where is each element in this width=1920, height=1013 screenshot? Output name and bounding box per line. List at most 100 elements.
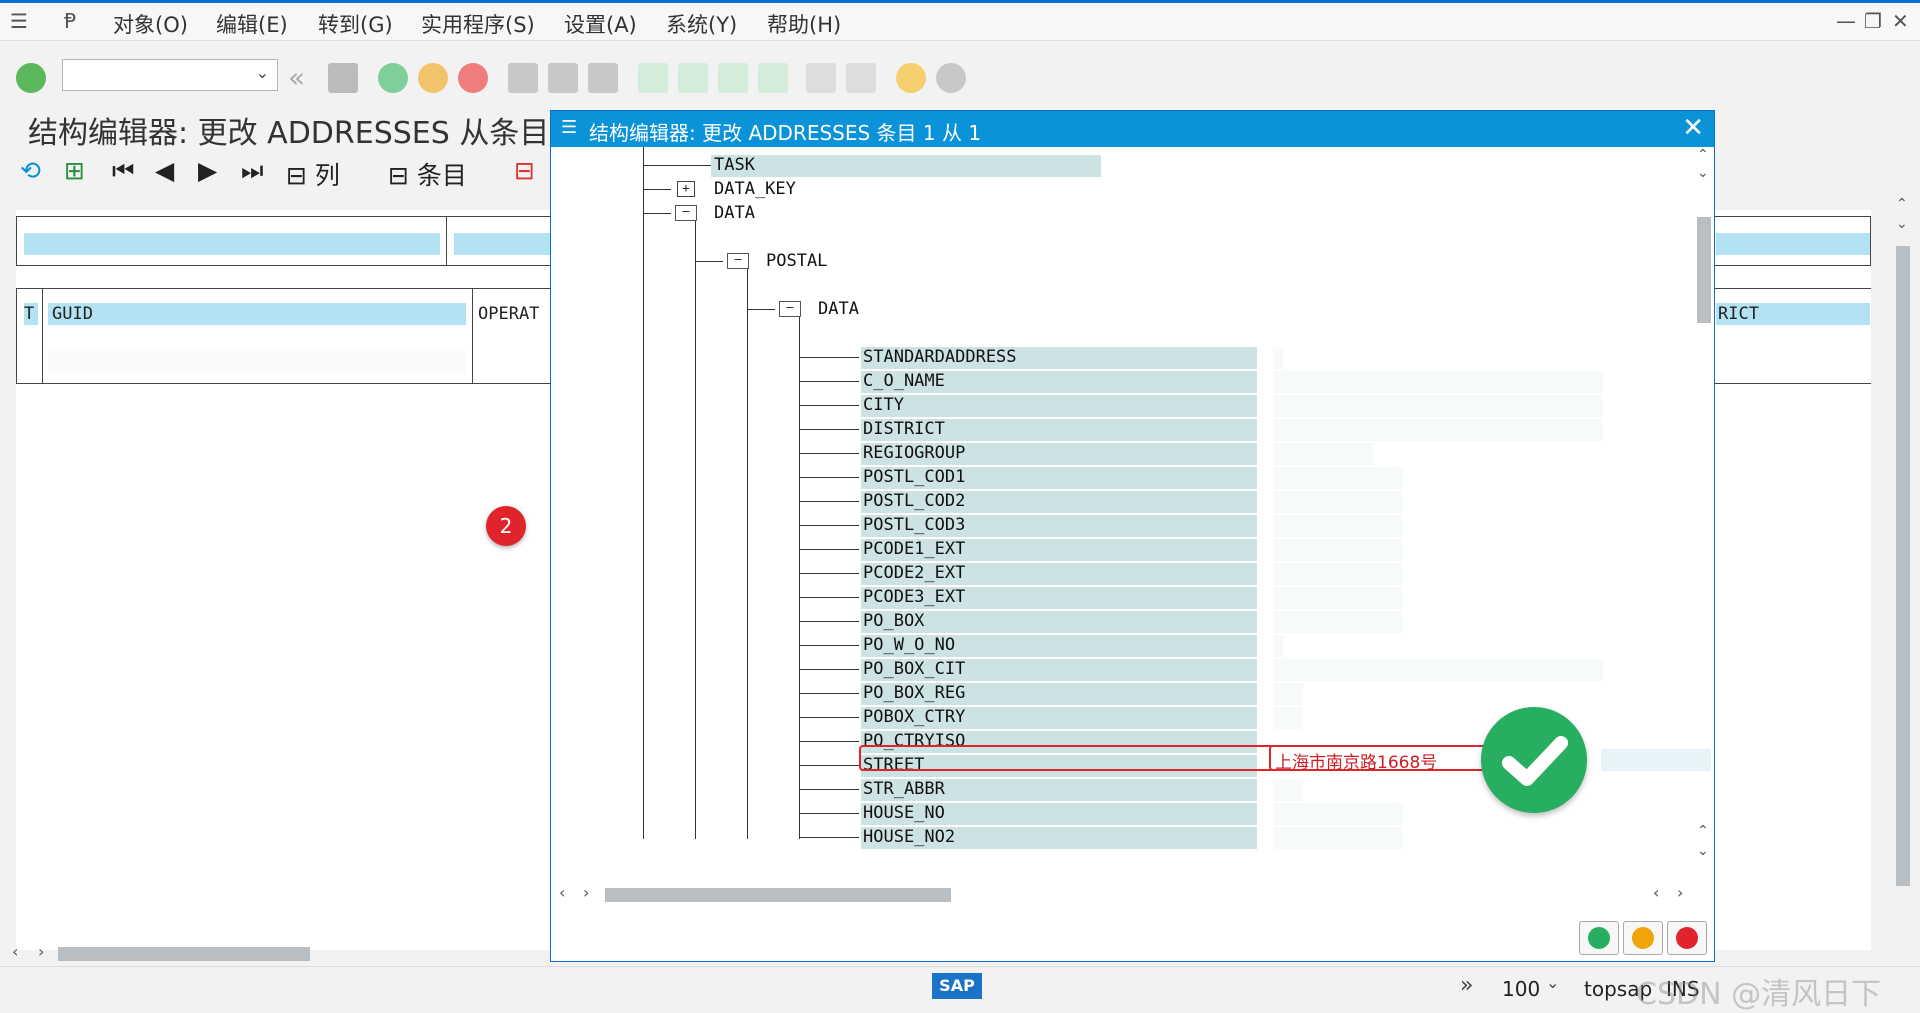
restore-icon[interactable]: ❐ (1864, 9, 1882, 33)
main-vertical-scrollbar[interactable]: ⌃ ⌄ (1894, 196, 1912, 948)
dialog-horizontal-scrollbar[interactable]: ‹ › ‹ › (557, 883, 1697, 903)
field-node-house-no[interactable]: HOUSE_NO (863, 803, 945, 823)
field-value-input[interactable] (1273, 491, 1403, 513)
postal-node[interactable]: POSTAL (766, 251, 827, 271)
field-value-input[interactable] (1273, 707, 1303, 729)
field-value-input[interactable] (1273, 635, 1283, 657)
field-node-regiogroup[interactable]: REGIOGROUP (863, 443, 965, 463)
field-value-input[interactable] (1273, 419, 1603, 441)
field-value-input[interactable] (1273, 587, 1403, 609)
field-node-c-o-name[interactable]: C_O_NAME (863, 371, 945, 391)
field-node-city[interactable]: CITY (863, 395, 904, 415)
field-value-input[interactable] (1273, 371, 1603, 393)
task-node[interactable]: TASK (714, 155, 755, 175)
field-value-input[interactable] (1273, 683, 1303, 705)
field-value-input[interactable] (1273, 611, 1403, 633)
scroll-left-icon[interactable]: ‹ (1653, 883, 1659, 902)
field-value-input[interactable] (1273, 467, 1403, 489)
folder-open-icon[interactable]: − (675, 205, 697, 221)
main-hscroll-thumb[interactable] (58, 947, 310, 961)
menu-edit[interactable]: 编辑(E) (216, 9, 288, 39)
hierarchy-icon[interactable]: ⊞ (64, 156, 85, 190)
expand-icon[interactable]: + (677, 181, 695, 197)
scroll-down-icon[interactable]: ⌄ (1896, 216, 1908, 232)
folder-open-icon[interactable]: − (779, 301, 801, 317)
field-node-po-box-cit[interactable]: PO_BOX_CIT (863, 659, 965, 679)
street-value-box[interactable]: 上海市南京路1668号 (1269, 745, 1509, 773)
dialog-hscroll-thumb[interactable] (605, 888, 951, 902)
save-icon[interactable] (328, 63, 358, 93)
new-session-icon[interactable] (806, 63, 836, 93)
menu-goto[interactable]: 转到(G) (318, 9, 393, 39)
table-row[interactable] (48, 351, 466, 373)
scroll-right-icon[interactable]: › (583, 883, 589, 902)
previous-entry-icon[interactable]: ◀ (155, 156, 174, 190)
double-back-icon[interactable]: « (288, 61, 305, 94)
print-icon[interactable] (508, 63, 538, 93)
field-node-pcode1-ext[interactable]: PCODE1_EXT (863, 539, 965, 559)
field-value-input[interactable] (1273, 563, 1403, 585)
menu-utilities[interactable]: 实用程序(S) (421, 9, 535, 39)
field-node-pobox-ctry[interactable]: POBOX_CTRY (863, 707, 965, 727)
menu-object[interactable]: 对象(O) (113, 9, 188, 39)
command-field[interactable]: ⌄ (62, 59, 278, 91)
scroll-left-icon[interactable]: ‹ (12, 942, 18, 961)
next-page-icon[interactable] (718, 63, 748, 93)
menu-settings[interactable]: 设置(A) (564, 9, 637, 39)
enter-icon[interactable] (16, 63, 46, 93)
scroll-right-icon[interactable]: › (38, 942, 44, 961)
header-field-3[interactable] (1716, 233, 1870, 255)
zoom-chevron-icon[interactable]: ⌄ (1546, 973, 1559, 992)
scroll-up-icon[interactable]: ⌃ (1697, 147, 1709, 163)
find-icon[interactable] (548, 63, 578, 93)
data-node[interactable]: DATA (714, 203, 755, 223)
first-page-icon[interactable] (638, 63, 668, 93)
last-entry-icon[interactable]: ⏭ (241, 156, 264, 190)
scroll-down-icon[interactable]: ⌄ (1697, 843, 1709, 859)
close-window-icon[interactable]: ✕ (1892, 9, 1909, 33)
scroll-up-icon[interactable]: ⌃ (1896, 196, 1908, 212)
header-field-1[interactable] (24, 233, 440, 255)
back-icon[interactable] (378, 63, 408, 93)
shortcut-icon[interactable] (846, 63, 876, 93)
refresh-icon[interactable]: ⟲ (20, 156, 41, 190)
help-icon[interactable] (896, 63, 926, 93)
field-value-input[interactable] (1273, 443, 1373, 465)
help-button[interactable] (1623, 921, 1663, 955)
field-value-input[interactable] (1273, 347, 1283, 369)
cancel-button[interactable] (1667, 921, 1707, 955)
menu-help[interactable]: 帮助(H) (767, 9, 841, 39)
field-node-postl-cod1[interactable]: POSTL_COD1 (863, 467, 965, 487)
entries-button[interactable]: ⊟ 条目 (388, 156, 467, 190)
folder-open-icon[interactable]: − (727, 253, 749, 269)
field-node-postl-cod3[interactable]: POSTL_COD3 (863, 515, 965, 535)
field-node-po-w-o-no[interactable]: PO_W_O_NO (863, 635, 955, 655)
field-node-pcode3-ext[interactable]: PCODE3_EXT (863, 587, 965, 607)
field-node-po-box[interactable]: PO_BOX (863, 611, 924, 631)
main-scroll-thumb[interactable] (1896, 246, 1910, 886)
favorites-icon[interactable]: Ᵽ (64, 9, 76, 33)
field-node-str-abbr[interactable]: STR_ABBR (863, 779, 945, 799)
scroll-down-icon[interactable]: ⌄ (1697, 165, 1709, 181)
zoom-value[interactable]: 100 (1502, 977, 1540, 1001)
header-field-2[interactable] (454, 233, 554, 255)
scroll-up-icon[interactable]: ⌃ (1697, 823, 1709, 839)
field-value-input[interactable] (1273, 803, 1403, 825)
cancel-icon[interactable] (458, 63, 488, 93)
data-key-node[interactable]: DATA_KEY (714, 179, 796, 199)
field-node-pcode2-ext[interactable]: PCODE2_EXT (863, 563, 965, 583)
confirm-button[interactable] (1579, 921, 1619, 955)
find-next-icon[interactable] (588, 63, 618, 93)
last-page-icon[interactable] (758, 63, 788, 93)
field-value-input[interactable] (1273, 827, 1403, 849)
sap-menu-icon[interactable]: ☰ (10, 9, 28, 33)
dialog-vertical-scrollbar[interactable]: ⌃ ⌄ ⌃ ⌄ (1695, 147, 1713, 877)
field-node-house-no2[interactable]: HOUSE_NO2 (863, 827, 955, 847)
next-entry-icon[interactable]: ▶ (198, 156, 217, 190)
gear-icon[interactable] (936, 63, 966, 93)
scroll-left-icon[interactable]: ‹ (559, 883, 565, 902)
close-icon[interactable]: ✕ (1682, 113, 1704, 143)
scroll-right-icon[interactable]: › (1677, 883, 1683, 902)
field-value-input[interactable] (1273, 539, 1403, 561)
field-value-input[interactable] (1273, 395, 1603, 417)
